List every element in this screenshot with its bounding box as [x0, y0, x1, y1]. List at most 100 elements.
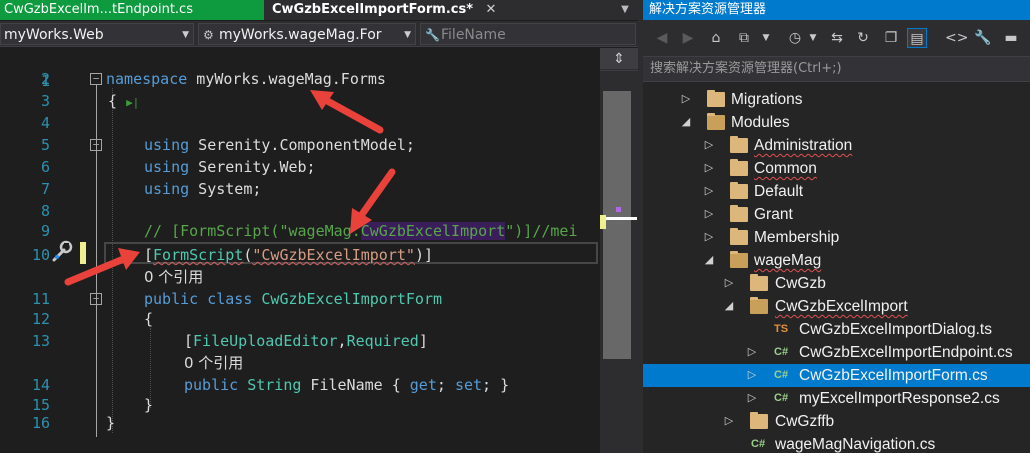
forward-icon[interactable]: ▶	[678, 28, 698, 48]
annotation-arrow	[350, 168, 396, 234]
collapse-icon[interactable]: −	[90, 139, 102, 151]
keyword: public	[144, 290, 199, 308]
sync-icon[interactable]: ⇆	[827, 28, 847, 48]
tree-item-membership[interactable]: ▷ Membership	[643, 226, 1030, 249]
expand-icon[interactable]: ▷	[723, 272, 735, 295]
tree-item-modules[interactable]: ◢ Modules	[643, 111, 1030, 134]
code-text: FileName {	[301, 376, 410, 394]
tree-item-common[interactable]: ▷ Common	[643, 157, 1030, 180]
expand-icon[interactable]: ▷	[723, 410, 735, 433]
code-view-icon[interactable]: <>	[945, 28, 968, 48]
show-all-files-icon[interactable]: ▤	[907, 28, 927, 48]
panel-title: 解决方案资源管理器	[643, 0, 1030, 20]
chevron-down-icon[interactable]: ▼	[756, 28, 776, 48]
back-icon[interactable]: ◀	[652, 28, 672, 48]
tree-item-wagemag[interactable]: ◢ wageMag	[643, 249, 1030, 272]
tree-item-default[interactable]: ▷ Default	[643, 180, 1030, 203]
scrollbar-thumb[interactable]	[603, 91, 631, 359]
code-line: 8	[0, 200, 600, 222]
comment-text: // [FormScript("wageMag.	[144, 222, 361, 240]
code-line: 14 public String FileName { get; set; }	[0, 374, 600, 396]
tree-item-dialog-ts[interactable]: TS CwGzbExcelImportDialog.ts	[643, 318, 1030, 341]
preview-icon[interactable]: ▬	[1001, 28, 1021, 48]
tree-item-response2-cs[interactable]: ▷ C# myExcelImportResponse2.cs	[643, 387, 1030, 410]
solution-search-input[interactable]: 搜索解决方案资源管理器(Ctrl+;)	[643, 56, 1030, 82]
tab-endpoint-file[interactable]: CwGzbExcellm...tEndpoint.cs	[0, 0, 264, 20]
code-line: 9 // [FormScript("wageMag.CwGzbExcelImpo…	[0, 220, 600, 242]
switch-views-icon[interactable]: ⧉	[734, 28, 754, 48]
scrollbar-track[interactable]	[600, 71, 638, 453]
member-dropdown-value: FileName	[441, 27, 506, 43]
code-text: }	[106, 414, 116, 432]
expand-icon[interactable]: ▷	[703, 134, 715, 157]
expand-icon[interactable]: ▷	[746, 364, 758, 387]
code-text: [	[184, 332, 194, 350]
attribute-name: FormScript	[153, 246, 244, 264]
code-editor[interactable]: CwGzbExcellm...tEndpoint.cs CwGzbExcelIm…	[0, 0, 638, 453]
expand-icon[interactable]: ▷	[703, 226, 715, 249]
tree-item-grant[interactable]: ▷ Grant	[643, 203, 1030, 226]
line-number: 11	[31, 290, 50, 308]
collapse-icon[interactable]: −	[90, 73, 102, 85]
tree-item-label: Default	[754, 183, 804, 200]
reference-count-link[interactable]: 0 个引用	[184, 352, 243, 374]
member-dropdown[interactable]: 🔧FileName	[420, 23, 636, 45]
refresh-icon[interactable]: ↻	[853, 28, 873, 48]
tree-item-label: wageMag	[754, 252, 822, 269]
tree-item-label: CwGzb	[775, 275, 826, 292]
line-number: 7	[40, 180, 50, 198]
tree-item-label: Membership	[754, 229, 840, 246]
tree-item-migrations[interactable]: ▷ Migrations	[643, 88, 1030, 111]
tree-item-label: Common	[754, 160, 817, 177]
tree-item-endpoint-cs[interactable]: ▷ C# CwGzbExcelImportEndpoint.cs	[643, 341, 1030, 364]
tree-item-navigation-cs[interactable]: C# wageMagNavigation.cs	[643, 433, 1030, 453]
tree-item-label: myExcelImportResponse2.cs	[799, 390, 1000, 407]
annotation-arrow	[310, 90, 384, 134]
split-handle-icon[interactable]: ⇕	[600, 48, 638, 70]
folder-open-icon	[750, 297, 768, 314]
expand-icon[interactable]: ▷	[703, 203, 715, 226]
folder-icon	[750, 274, 768, 291]
class-name: CwGzbExcelImportForm	[261, 290, 443, 308]
tree-item-cwgzb[interactable]: ▷ CwGzb	[643, 272, 1030, 295]
vertical-scrollbar[interactable]: ⇕	[600, 48, 638, 453]
code-area[interactable]: 1 2 − namespace myWorks.wageMag.Forms 3 …	[0, 48, 600, 453]
tree-item-cwgzbexcelimport[interactable]: ◢ CwGzbExcelImport	[643, 295, 1030, 318]
line-number: 2	[40, 70, 50, 88]
folder-icon	[730, 205, 748, 222]
code-text: System;	[189, 180, 262, 198]
collapse-icon[interactable]: ◢	[703, 249, 715, 272]
tree-item-cwgzffb[interactable]: ▷ CwGzffb	[643, 410, 1030, 433]
expand-icon[interactable]: ▷	[746, 341, 758, 364]
line-number: 13	[31, 332, 50, 350]
keyword: get	[409, 376, 437, 394]
pending-changes-icon[interactable]: ◷	[785, 28, 805, 48]
expand-icon[interactable]: ▷	[746, 387, 758, 410]
type-dropdown[interactable]: ⚙ myWorks.wageMag.For ▼	[198, 23, 416, 45]
tree-item-label: CwGzbExcelImportDialog.ts	[799, 321, 992, 338]
project-dropdown[interactable]: myWorks.Web ▼	[0, 23, 194, 45]
collapse-icon[interactable]: ◢	[680, 111, 692, 134]
tree-item-label: CwGzbExcelImportForm.cs	[799, 367, 988, 384]
folder-icon	[730, 136, 748, 153]
expand-icon[interactable]: ▷	[703, 157, 715, 180]
close-icon[interactable]: ✕	[484, 0, 498, 20]
chevron-down-icon[interactable]: ▼	[803, 28, 823, 48]
collapse-all-icon[interactable]: ❐	[881, 28, 901, 48]
tree-item-administration[interactable]: ▷ Administration	[643, 134, 1030, 157]
solution-tree[interactable]: ▷ Migrations ◢ Modules ▷ Administration …	[643, 82, 1030, 453]
reference-count-link[interactable]: 0 个引用	[144, 266, 203, 288]
tab-import-form-file[interactable]: CwGzbExcelImportForm.cs* ✕	[264, 0, 504, 20]
properties-icon[interactable]: 🔧	[973, 28, 993, 48]
collapse-icon[interactable]: −	[90, 293, 102, 305]
collapse-icon[interactable]: ◢	[723, 295, 735, 318]
expand-icon[interactable]: ▷	[703, 180, 715, 203]
chevron-down-icon: ▼	[182, 30, 189, 40]
keyword: class	[207, 290, 253, 308]
home-icon[interactable]: ⌂	[706, 28, 726, 48]
annotation-arrow	[64, 248, 140, 286]
tree-item-form-cs[interactable]: ▷ C# CwGzbExcelImportForm.cs	[643, 364, 1030, 387]
tab-overflow-icon[interactable]: ▼	[617, 0, 633, 20]
expand-icon[interactable]: ▷	[680, 88, 692, 111]
